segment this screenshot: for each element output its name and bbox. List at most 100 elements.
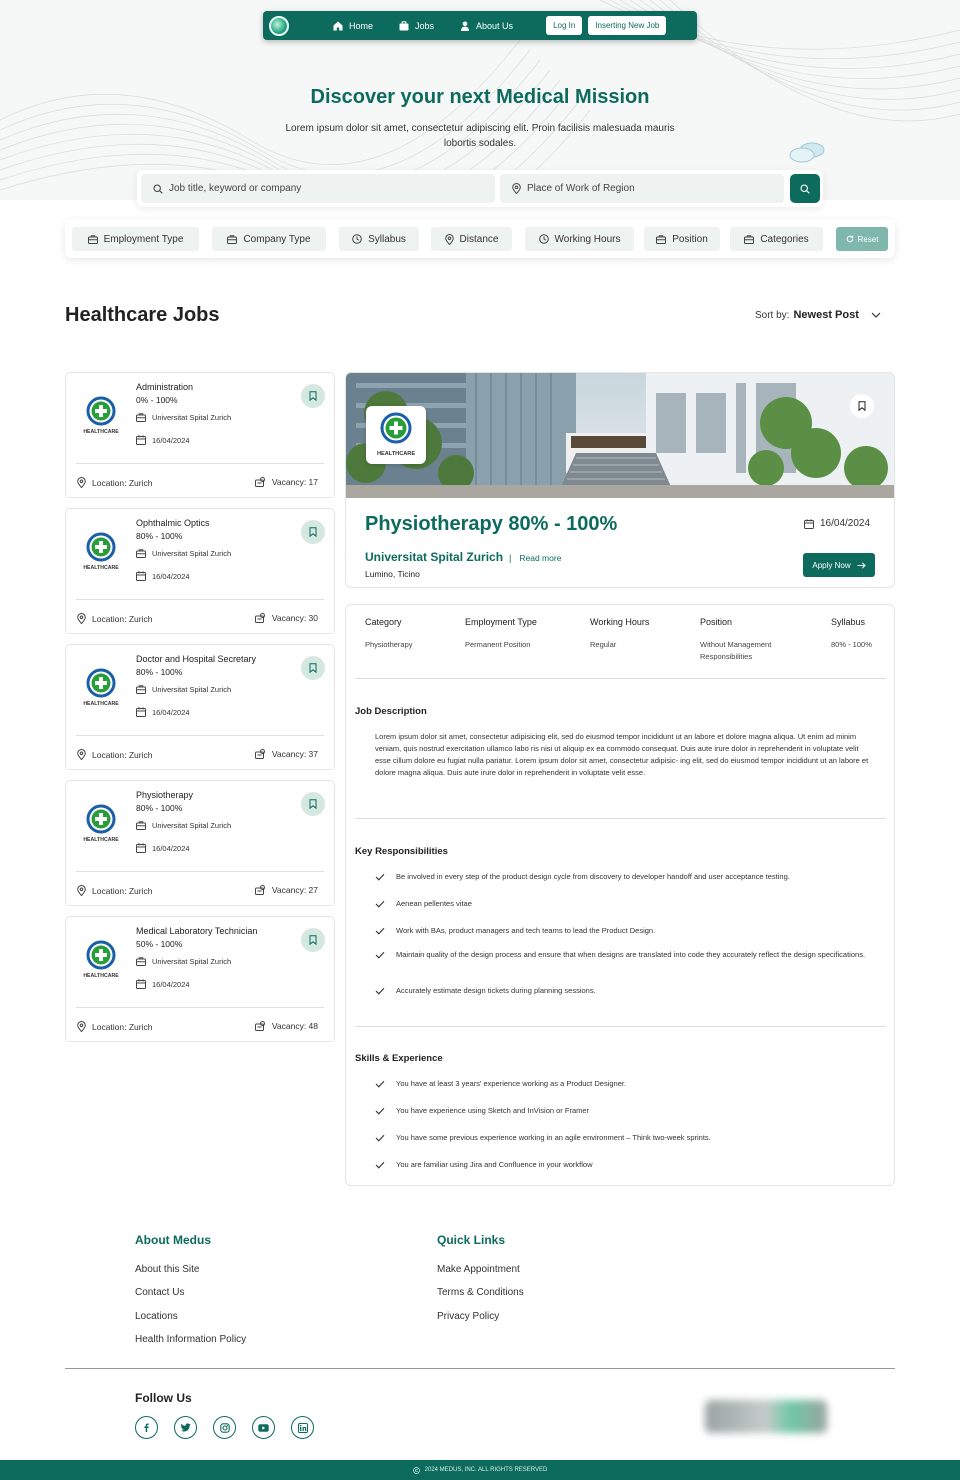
job-detail-panel: Category Physiotherapy Employment Type P… xyxy=(345,604,895,1186)
bookmark-button[interactable] xyxy=(301,520,325,544)
job-date: 16/04/2024 xyxy=(136,435,190,445)
nav-jobs[interactable]: Jobs xyxy=(399,21,434,31)
job-workload: 50% - 100% xyxy=(136,939,183,949)
job-card[interactable]: HEALTHCARE Administration 0% - 100% Univ… xyxy=(65,372,335,498)
insert-new-job-button[interactable]: Inserting New Job xyxy=(588,16,667,35)
job-description-heading: Job Description xyxy=(355,706,427,717)
job-location: Location: Zurich xyxy=(77,1021,152,1032)
job-organization: Universitat Spital Zurich xyxy=(136,413,231,422)
skill-item-text: You have some previous experience workin… xyxy=(396,1133,711,1142)
filter-distance[interactable]: Distance xyxy=(431,227,512,251)
footer-about-title: About Medus xyxy=(135,1233,211,1247)
attr-value: Physiotherapy xyxy=(365,640,413,649)
filter-employment-type[interactable]: Employment Type xyxy=(72,227,199,251)
job-organization: Universitat Spital Zurich xyxy=(136,957,231,966)
clock-icon xyxy=(352,234,362,244)
bookmark-button[interactable] xyxy=(301,656,325,680)
keyword-search-input[interactable]: Job title, keyword or company xyxy=(141,174,495,203)
facebook-link[interactable] xyxy=(135,1416,158,1439)
job-location-label: Location: Zurich xyxy=(92,1021,153,1032)
sort-dropdown[interactable]: Sort by: Newest Post xyxy=(755,309,881,321)
job-card[interactable]: HEALTHCARE Doctor and Hospital Secretary… xyxy=(65,644,335,770)
svg-text:HEALTHCARE: HEALTHCARE xyxy=(83,429,119,435)
attr-position: Position Without Management Responsibili… xyxy=(700,617,805,663)
brand-logo[interactable] xyxy=(269,15,289,36)
footer-link[interactable]: Contact Us xyxy=(135,1287,184,1298)
apply-now-button[interactable]: Apply Now xyxy=(803,553,875,577)
bookmark-button[interactable] xyxy=(301,792,325,816)
bookmark-button[interactable] xyxy=(301,928,325,952)
copyright-icon xyxy=(412,1466,420,1474)
hospital-banner-image xyxy=(346,373,894,498)
job-card[interactable]: HEALTHCARE Physiotherapy 80% - 100% Univ… xyxy=(65,780,335,906)
attr-label: Position xyxy=(700,617,733,627)
job-title[interactable]: Medical Laboratory Technician xyxy=(136,926,257,936)
login-button[interactable]: Log In xyxy=(546,16,583,35)
divider xyxy=(355,1026,886,1027)
footer-link[interactable]: About this Site xyxy=(135,1264,199,1275)
briefcase-icon xyxy=(136,957,146,966)
reset-filters-button[interactable]: Reset xyxy=(836,227,888,251)
location-search-input[interactable]: Place of Work of Region xyxy=(500,174,784,203)
nav-home[interactable]: Home xyxy=(333,21,373,31)
attr-value: 80% - 100% xyxy=(831,640,872,649)
footer-link[interactable]: Locations xyxy=(135,1311,178,1322)
location-pin-icon xyxy=(77,885,86,896)
briefcase-icon xyxy=(399,20,409,30)
instagram-link[interactable] xyxy=(213,1416,236,1439)
footer-link[interactable]: Make Appointment xyxy=(437,1264,520,1275)
job-vacancy: Vacancy: 37 xyxy=(254,749,318,759)
job-title[interactable]: Ophthalmic Optics xyxy=(136,518,210,528)
footer-link[interactable]: Terms & Conditions xyxy=(437,1287,524,1298)
search-button[interactable] xyxy=(790,174,820,203)
filter-distance-label: Distance xyxy=(459,233,499,245)
filter-working-hours[interactable]: Working Hours xyxy=(525,227,634,251)
healthcare-logo: HEALTHCARE xyxy=(366,406,426,464)
responsibility-item-text: Be involved in every step of the product… xyxy=(396,872,790,881)
job-card[interactable]: HEALTHCARE Medical Laboratory Technician… xyxy=(65,916,335,1042)
filter-position[interactable]: Position xyxy=(644,227,720,251)
nav-jobs-label: Jobs xyxy=(415,20,435,31)
app-store-badge[interactable] xyxy=(705,1400,827,1433)
filter-syllabus[interactable]: Syllabus xyxy=(339,227,419,251)
twitter-link[interactable] xyxy=(174,1416,197,1439)
youtube-link[interactable] xyxy=(252,1416,275,1439)
home-icon xyxy=(333,21,343,30)
footer-link[interactable]: Health Information Policy xyxy=(135,1334,246,1345)
filter-categories[interactable]: Categories xyxy=(730,227,823,251)
pills-decoration xyxy=(789,142,825,163)
job-title[interactable]: Doctor and Hospital Secretary xyxy=(136,654,256,664)
job-vacancy-label: Vacancy: 48 xyxy=(271,1021,318,1031)
youtube-icon xyxy=(258,1423,269,1432)
linkedin-link[interactable] xyxy=(291,1416,314,1439)
detail-organization-label[interactable]: Universitat Spital Zurich xyxy=(365,550,503,564)
bookmark-button[interactable] xyxy=(301,384,325,408)
reset-label: Reset xyxy=(857,234,879,244)
skill-item-text: You have at least 3 years' experience wo… xyxy=(396,1079,627,1088)
job-location-label: Location: Zurich xyxy=(92,885,153,896)
responsibility-item-text: Aenean pellentes vitae xyxy=(396,899,472,908)
nav-about[interactable]: About Us xyxy=(460,21,513,31)
filter-company-type[interactable]: Company Type xyxy=(212,227,326,251)
job-vacancy-label: Vacancy: 27 xyxy=(271,885,318,895)
job-date-label: 16/04/2024 xyxy=(152,843,190,853)
divider xyxy=(76,599,324,600)
bookmark-button[interactable] xyxy=(850,394,874,418)
job-detail-card: HEALTHCARE Physiotherapy 80% - 100% 16/0… xyxy=(345,372,895,588)
footer-link[interactable]: Privacy Policy xyxy=(437,1311,499,1322)
job-title[interactable]: Physiotherapy xyxy=(136,790,193,800)
job-organization-label: Universitat Spital Zurich xyxy=(152,685,232,694)
job-location-label: Location: Zurich xyxy=(92,477,153,488)
briefcase-icon xyxy=(656,234,667,244)
responsibility-item: Accurately estimate design tickets durin… xyxy=(375,985,885,997)
clock-icon xyxy=(538,234,549,244)
job-title[interactable]: Administration xyxy=(136,382,193,392)
checkmark-icon xyxy=(375,987,385,995)
attr-value: Without Management Responsibilities xyxy=(700,640,772,661)
read-more-link[interactable]: Read more xyxy=(519,553,561,563)
attr-syllabus: Syllabus 80% - 100% xyxy=(831,617,872,651)
job-card[interactable]: HEALTHCARE Ophthalmic Optics 80% - 100% … xyxy=(65,508,335,634)
footer-quick-links-title: Quick Links xyxy=(437,1233,506,1247)
footer-divider xyxy=(65,1368,895,1369)
responsibility-item-text: Accurately estimate design tickets durin… xyxy=(396,986,596,995)
